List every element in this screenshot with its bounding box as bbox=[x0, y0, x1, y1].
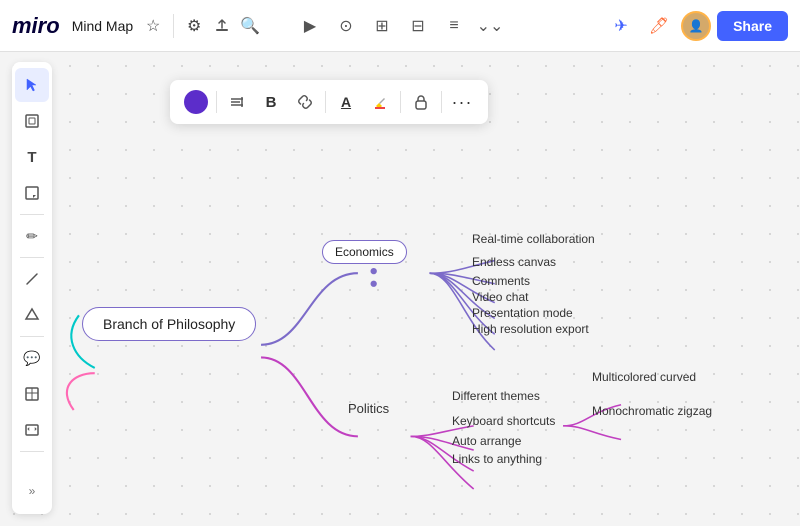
underline-button[interactable]: A bbox=[330, 86, 362, 118]
upload-icon[interactable] bbox=[208, 12, 236, 40]
child-comments: Comments bbox=[472, 274, 530, 288]
lock-button[interactable] bbox=[405, 86, 437, 118]
shape-tool[interactable] bbox=[15, 298, 49, 332]
color-picker[interactable] bbox=[180, 86, 212, 118]
avatar[interactable]: 👤 bbox=[681, 11, 711, 41]
topbar-right: ✈ 🖊 👤 Share bbox=[605, 10, 788, 42]
pen-tool[interactable]: ✏ bbox=[15, 219, 49, 253]
board-title: Mind Map bbox=[72, 18, 133, 34]
child-keyboard: Keyboard shortcuts bbox=[452, 414, 555, 428]
topbar-separator bbox=[173, 14, 174, 38]
color-circle bbox=[184, 90, 208, 114]
child-multicolored: Multicolored curved bbox=[592, 370, 696, 384]
child-presentation: Presentation mode bbox=[472, 306, 573, 320]
root-node[interactable]: Branch of Philosophy bbox=[82, 307, 256, 341]
ft-sep-3 bbox=[400, 91, 401, 113]
child-realtime: Real-time collaboration bbox=[472, 232, 595, 246]
ft-sep-1 bbox=[216, 91, 217, 113]
root-node-label: Branch of Philosophy bbox=[103, 316, 235, 332]
line-tool[interactable] bbox=[15, 262, 49, 296]
economics-label: Economics bbox=[335, 245, 394, 259]
nav-forward-icon[interactable]: ▶ bbox=[294, 10, 326, 42]
link-button[interactable] bbox=[289, 86, 321, 118]
present-icon[interactable]: ⊟ bbox=[402, 10, 434, 42]
comment-tool[interactable]: 💬 bbox=[15, 341, 49, 375]
child-themes: Different themes bbox=[452, 389, 540, 403]
more-tools[interactable]: » bbox=[15, 474, 49, 508]
star-icon[interactable]: ☆ bbox=[139, 12, 167, 40]
sticky-tool[interactable] bbox=[15, 176, 49, 210]
more-options-button[interactable]: ··· bbox=[446, 86, 478, 118]
left-toolbar: T ✏ 💬 » bbox=[12, 62, 52, 514]
video-icon[interactable]: ⊞ bbox=[366, 10, 398, 42]
share-button[interactable]: Share bbox=[717, 11, 788, 41]
child-endless: Endless canvas bbox=[472, 255, 556, 269]
search-icon[interactable]: 🔍 bbox=[236, 12, 264, 40]
ft-sep-4 bbox=[441, 91, 442, 113]
embed-tool[interactable] bbox=[15, 413, 49, 447]
child-video: Video chat bbox=[472, 290, 529, 304]
cursor-share-icon[interactable]: ✈ bbox=[605, 10, 637, 42]
economics-node[interactable]: Economics bbox=[322, 240, 407, 264]
frame-tool[interactable] bbox=[15, 104, 49, 138]
timer-icon[interactable]: ⊙ bbox=[330, 10, 362, 42]
topbar: miro Mind Map ☆ ⚙ 🔍 ▶ ⊙ ⊞ ⊟ ≡ ⌄⌄ ✈ 🖊 👤 S… bbox=[0, 0, 800, 52]
expand-icon[interactable]: ⌄⌄ bbox=[474, 10, 506, 42]
table-tool[interactable] bbox=[15, 377, 49, 411]
text-tool[interactable]: T bbox=[15, 140, 49, 174]
politics-label: Politics bbox=[348, 401, 389, 416]
highlight-button[interactable] bbox=[364, 86, 396, 118]
logo: miro bbox=[12, 13, 60, 39]
child-arrange: Auto arrange bbox=[452, 434, 521, 448]
child-links: Links to anything bbox=[452, 452, 542, 466]
settings-icon[interactable]: ⚙ bbox=[180, 12, 208, 40]
toolbar-separator-2 bbox=[20, 257, 44, 258]
toolbar-separator-3 bbox=[20, 336, 44, 337]
toolbar-separator-4 bbox=[20, 451, 44, 452]
child-monochromatic: Monochromatic zigzag bbox=[592, 404, 712, 418]
notes-icon[interactable]: ≡ bbox=[438, 10, 470, 42]
ft-sep-2 bbox=[325, 91, 326, 113]
canvas[interactable]: B A ··· bbox=[0, 52, 800, 526]
float-toolbar: B A ··· bbox=[170, 80, 488, 124]
topbar-center: ▶ ⊙ ⊞ ⊟ ≡ ⌄⌄ bbox=[294, 10, 506, 42]
comment-icon[interactable]: 🖊 bbox=[643, 10, 675, 42]
toolbar-separator bbox=[20, 214, 44, 215]
cursor-tool[interactable] bbox=[15, 68, 49, 102]
align-button[interactable] bbox=[221, 86, 253, 118]
bold-button[interactable]: B bbox=[255, 86, 287, 118]
child-highres: High resolution export bbox=[472, 322, 589, 336]
